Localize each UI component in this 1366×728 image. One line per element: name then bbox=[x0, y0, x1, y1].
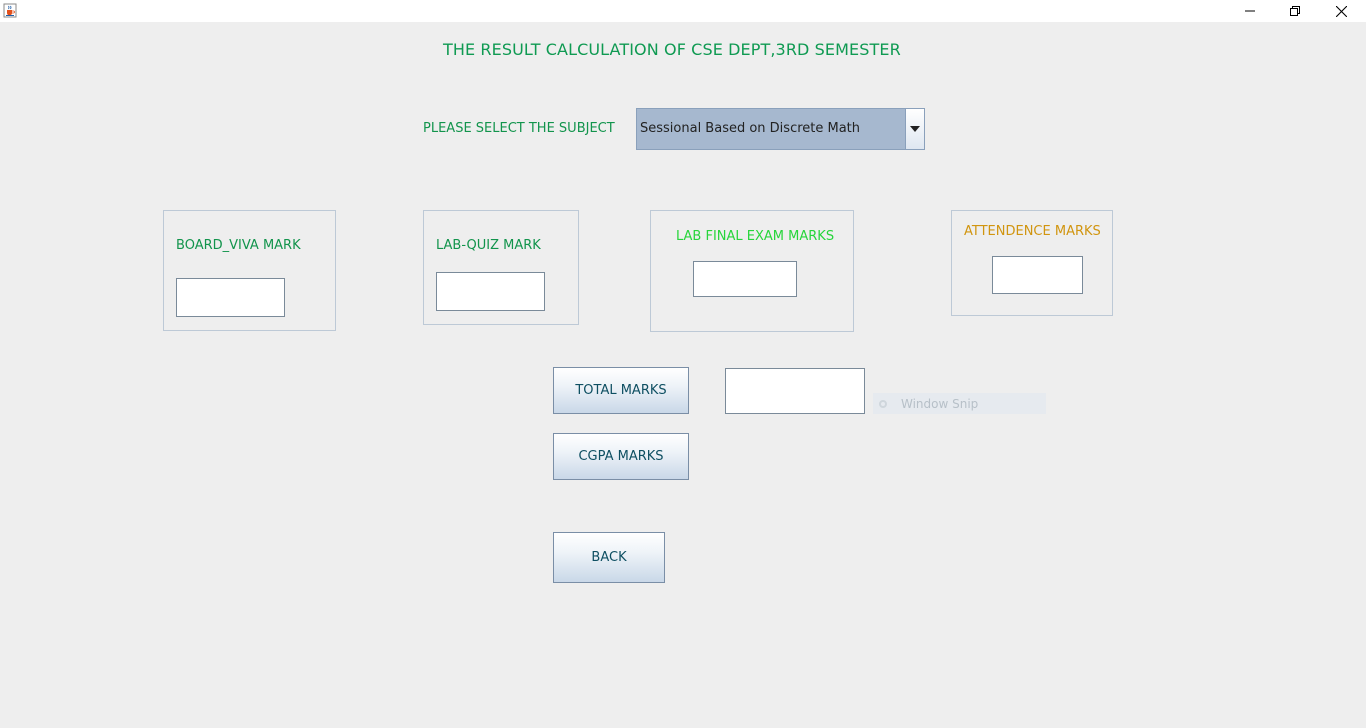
close-button[interactable] bbox=[1318, 0, 1364, 22]
restore-icon bbox=[1290, 6, 1300, 16]
window-snip-overlay: Window Snip bbox=[873, 393, 1046, 414]
board-viva-panel: BOARD_VIVA MARK bbox=[163, 210, 336, 331]
attendance-label: ATTENDENCE MARKS bbox=[964, 224, 1101, 239]
minimize-icon bbox=[1245, 10, 1255, 12]
total-marks-output[interactable] bbox=[725, 368, 865, 414]
total-marks-button[interactable]: TOTAL MARKS bbox=[553, 367, 689, 414]
page-title: THE RESULT CALCULATION OF CSE DEPT,3RD S… bbox=[443, 40, 901, 59]
lab-final-label: LAB FINAL EXAM MARKS bbox=[676, 229, 835, 244]
lab-quiz-panel: LAB-QUIZ MARK bbox=[423, 210, 579, 325]
restore-button[interactable] bbox=[1272, 0, 1318, 22]
board-viva-input[interactable] bbox=[176, 278, 285, 317]
attendance-input[interactable] bbox=[992, 256, 1083, 294]
subject-label: PLEASE SELECT THE SUBJECT bbox=[423, 121, 615, 136]
subject-selected-value: Sessional Based on Discrete Math bbox=[640, 121, 861, 136]
back-button[interactable]: BACK bbox=[553, 532, 665, 583]
lab-quiz-label: LAB-QUIZ MARK bbox=[436, 238, 541, 253]
lab-final-input[interactable] bbox=[693, 261, 797, 297]
dropdown-arrow-button[interactable] bbox=[905, 109, 924, 149]
minimize-button[interactable] bbox=[1227, 0, 1273, 22]
subject-dropdown[interactable]: Sessional Based on Discrete Math bbox=[636, 108, 925, 150]
chevron-down-icon bbox=[910, 126, 920, 132]
lab-final-panel: LAB FINAL EXAM MARKS bbox=[650, 210, 854, 332]
java-cup-icon bbox=[3, 3, 17, 18]
title-bar bbox=[0, 0, 1366, 22]
snip-radio-icon bbox=[879, 399, 887, 408]
attendance-panel: ATTENDENCE MARKS bbox=[951, 210, 1113, 316]
board-viva-label: BOARD_VIVA MARK bbox=[176, 238, 301, 253]
close-icon bbox=[1335, 5, 1347, 17]
window-snip-label: Window Snip bbox=[901, 396, 979, 411]
cgpa-marks-button[interactable]: CGPA MARKS bbox=[553, 433, 689, 480]
lab-quiz-input[interactable] bbox=[436, 272, 545, 311]
